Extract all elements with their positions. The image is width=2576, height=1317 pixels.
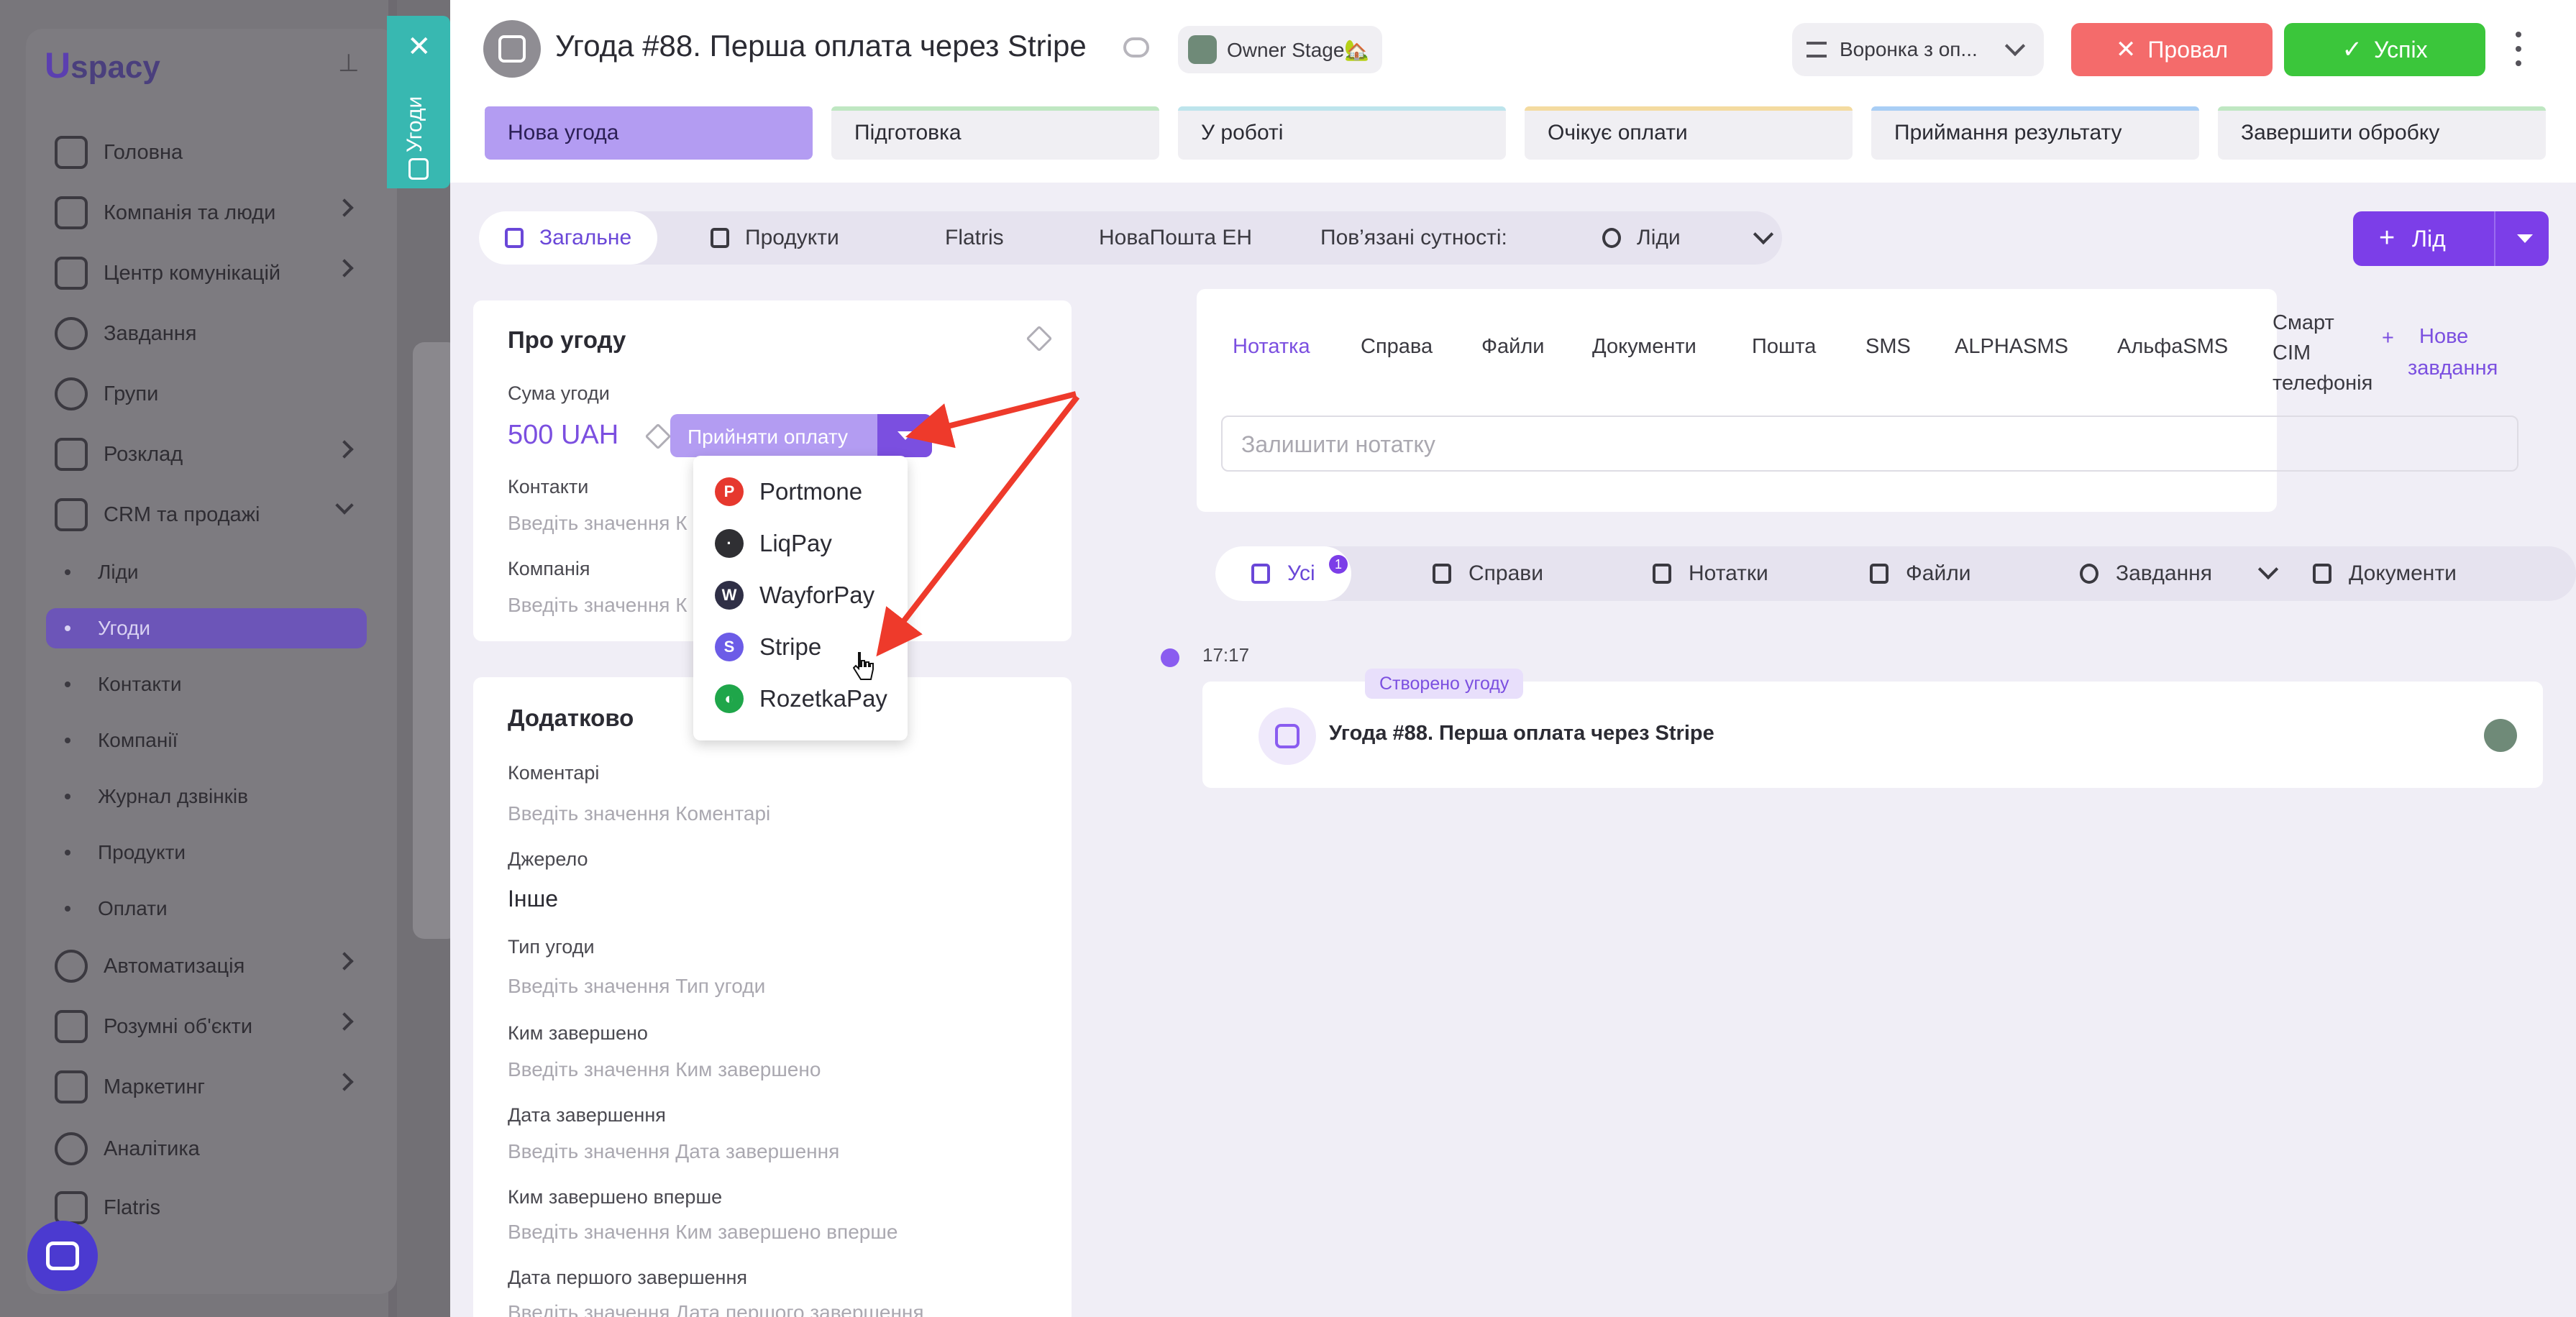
annotation-arrows bbox=[876, 391, 1080, 657]
arrow-to-stripe-option bbox=[876, 395, 1080, 657]
app-root: Uspacy ⊥ Головна Компанія та люди Центр … bbox=[0, 0, 2576, 1317]
